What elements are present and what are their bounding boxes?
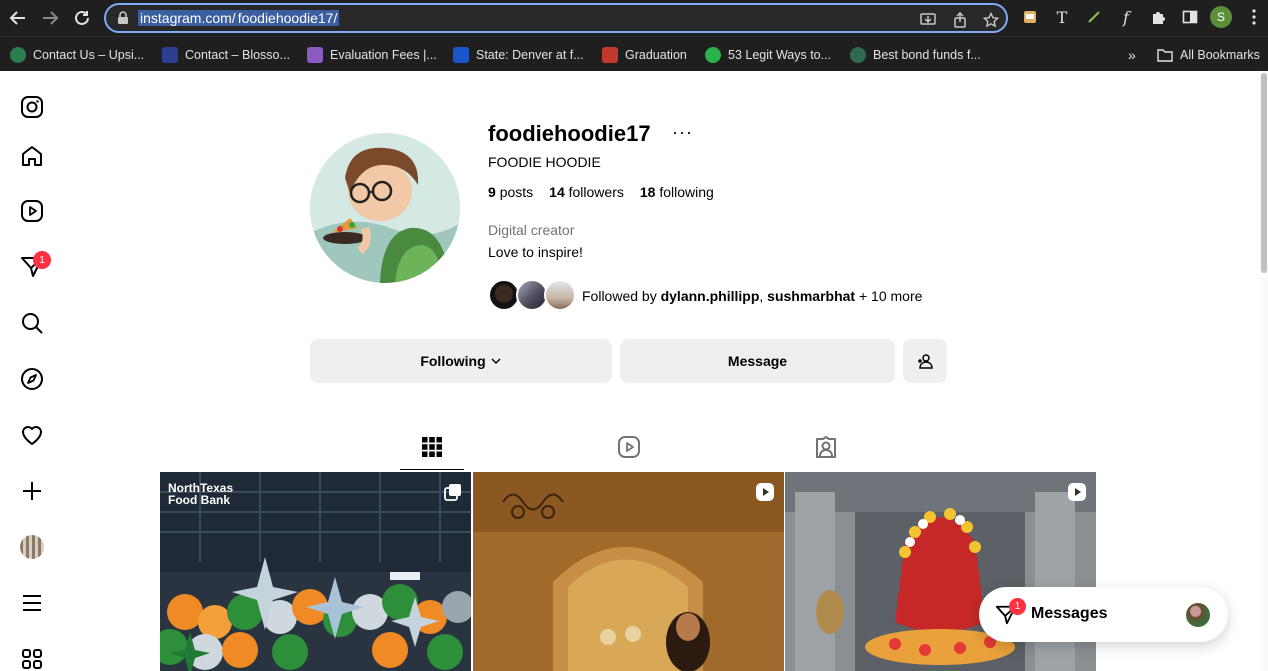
reels-icon[interactable] [20,199,44,223]
home-icon[interactable] [20,144,44,168]
bookmark-item[interactable]: Best bond funds f... [850,46,981,64]
following-button[interactable]: Following [310,339,612,383]
bookmark-favicon [162,47,178,63]
add-person-icon [918,354,933,369]
posts-count: 9 posts [488,184,534,200]
bookmark-item[interactable]: Contact – Blosso... [162,46,290,64]
mutual-followers-avatars[interactable] [488,279,578,311]
extension-printer-icon[interactable] [1019,6,1041,28]
bookmark-favicon [453,47,469,63]
messages-popup-badge: 1 [1009,598,1026,615]
reel-icon [756,483,774,501]
scrollbar-thumb[interactable] [1261,73,1267,273]
also-from-meta-icon[interactable] [20,647,44,671]
profile-stats: 9 posts 14 followers 18 following [488,184,714,200]
extension-font-icon[interactable]: f [1115,6,1137,28]
followed-by-text[interactable]: Followed by dylann.phillipp, sushmarbhat… [582,288,922,304]
following-link[interactable]: 18 following [640,184,714,200]
share-icon[interactable] [952,12,968,28]
bookmark-item[interactable]: 53 Legit Ways to... [705,46,831,64]
url-text[interactable]: instagram.com/foodiehoodie17/ [138,10,340,26]
side-panel-icon[interactable] [1179,6,1201,28]
bookmark-star-icon[interactable] [983,12,999,28]
address-bar[interactable]: instagram.com/foodiehoodie17/ [104,3,1008,33]
bookmark-favicon [850,47,866,63]
bookmark-favicon [705,47,721,63]
bookmark-favicon [602,47,618,63]
all-bookmarks-button[interactable]: All Bookmarks [1157,46,1260,64]
search-icon[interactable] [20,311,44,335]
browser-toolbar: instagram.com/foodiehoodie17/ T f S [0,0,1268,36]
extensions-puzzle-icon[interactable] [1147,6,1169,28]
bookmark-favicon [10,47,26,63]
bookmark-item[interactable]: Graduation [602,46,687,64]
suggested-people-button[interactable] [903,339,947,383]
install-app-icon[interactable] [920,12,936,28]
profile-avatar-illustration [310,133,460,283]
back-icon[interactable] [6,6,30,30]
forward-icon[interactable] [38,6,62,30]
reload-icon[interactable] [70,6,94,30]
notifications-heart-icon[interactable] [20,423,44,447]
profile-bio: Love to inspire! [488,244,583,260]
messages-popup-button[interactable]: 1 Messages [979,587,1228,642]
bookmark-favicon [307,47,323,63]
profile-avatar[interactable] [310,133,460,283]
bookmarks-overflow-button[interactable]: » [1128,46,1136,64]
messages-unread-badge: 1 [33,251,51,269]
profile-options-button[interactable]: ··· [672,122,693,143]
browser-menu-icon[interactable] [1243,6,1265,28]
post-caption-overlay: NorthTexas Food Bank [168,481,234,507]
browser-profile-avatar[interactable]: S [1210,6,1232,28]
chevron-down-icon [491,358,501,365]
bookmark-item[interactable]: Contact Us – Upsi... [10,46,144,64]
mutual-follower-avatar [544,279,576,311]
carousel-icon [444,484,461,501]
extension-pen-icon[interactable] [1083,6,1105,28]
active-tab-indicator [400,469,464,470]
extension-text-icon[interactable]: T [1051,6,1073,28]
folder-icon [1157,49,1173,62]
profile-full-name: FOODIE HOODIE [488,154,601,170]
post-thumbnail[interactable]: NorthTexas Food Bank [160,472,471,671]
lock-icon [118,11,128,24]
followers-link[interactable]: 14 followers [549,184,624,200]
post-thumbnail[interactable] [473,472,784,671]
messages-popup-label: Messages [1031,605,1108,622]
profile-category: Digital creator [488,222,575,238]
instagram-logo-icon[interactable] [20,95,44,119]
instagram-sidebar: 1 [0,71,64,671]
create-plus-icon[interactable] [20,479,44,503]
profile-username: foodiehoodie17 [488,121,651,146]
bookmark-item[interactable]: State: Denver at f... [453,46,584,64]
reel-icon [1068,483,1086,501]
more-menu-icon[interactable] [20,591,44,615]
recent-conversation-avatar [1186,603,1210,627]
bookmarks-bar: Contact Us – Upsi... Contact – Blosso...… [0,36,1268,71]
explore-compass-icon[interactable] [20,367,44,391]
tab-tagged-icon[interactable] [814,435,838,459]
tab-posts-grid-icon[interactable] [420,435,444,459]
page-scrollbar[interactable] [1260,71,1268,671]
message-button[interactable]: Message [620,339,895,383]
tab-reels-icon[interactable] [617,435,641,459]
bookmark-item[interactable]: Evaluation Fees |... [307,46,437,64]
profile-avatar-nav[interactable] [20,535,44,559]
restaurant-interior-photo [473,472,784,671]
